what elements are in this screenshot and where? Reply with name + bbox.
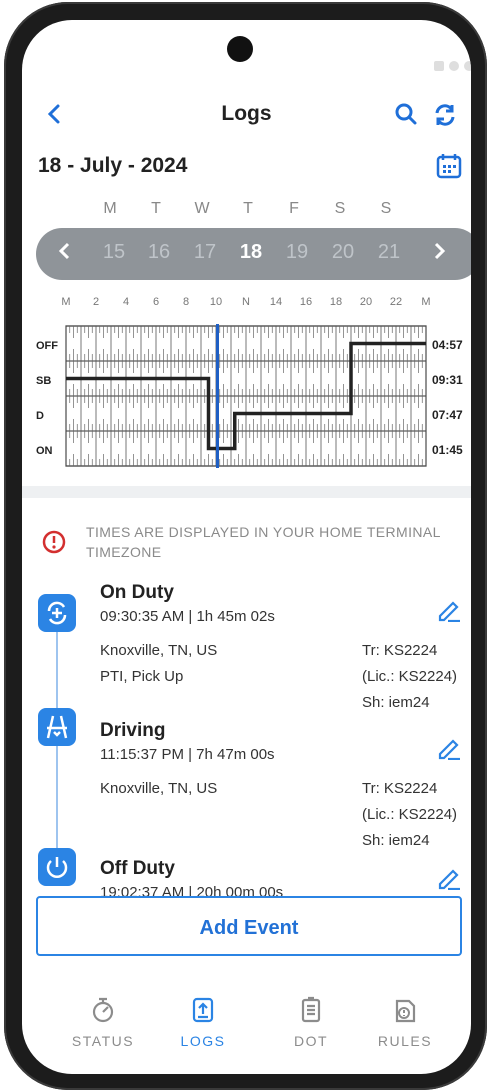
section-divider [22,486,471,498]
event-license: (Lic.: KS2224) [362,806,458,823]
nav-label: LOGS [180,1033,226,1049]
edit-icon [438,869,460,891]
event-time: 09:30:35 AM | 1h 45m 02s [100,608,275,625]
add-event-button[interactable]: Add Event [36,896,462,956]
event-truck: Tr: KS2224 [362,642,438,659]
event-shipping: Sh: iem24 [362,694,430,711]
weekday-label: F [289,200,299,217]
edit-icon [438,739,460,761]
calendar-button[interactable] [436,153,462,184]
day-21[interactable]: 21 [374,241,404,264]
event-title: On Duty [100,582,174,603]
edit-event-button[interactable] [436,734,462,765]
nav-dot[interactable]: DOT [266,996,356,1049]
rules-icon [395,999,416,1023]
nav-rules[interactable]: RULES [360,996,450,1049]
nav-logs[interactable]: LOGS [158,996,248,1049]
sync-icon [435,104,455,126]
weekday-label: T [243,200,253,217]
chevron-left-icon [58,242,70,260]
device-frame: Logs 18 - July - 2024 M T W T F S S 15 1… [4,2,487,1090]
on-duty-icon [38,594,76,632]
hos-log-graph: M 2 4 6 8 10 N 14 16 18 20 22 M OFF SB D ON 04:57 09… [22,296,471,476]
weekday-label: S [334,200,346,217]
event-truck: Tr: KS2224 [362,780,438,797]
selected-date: 18 - July - 2024 [38,154,188,177]
power-icon [38,848,76,886]
weekday-label: W [194,200,210,217]
event-time: 11:15:37 PM | 7h 47m 00s [100,746,275,763]
search-button[interactable] [394,102,418,131]
search-icon [395,103,417,125]
day-19[interactable]: 19 [282,241,312,264]
app-screen: Logs 18 - July - 2024 M T W T F S S 15 1… [22,20,471,1074]
event-location: Knoxville, TN, US [100,780,218,797]
nav-status[interactable]: STATUS [58,996,148,1049]
weekday-header: M T W T F S S [98,200,408,220]
edit-event-button[interactable] [436,864,462,895]
event-shipping: Sh: iem24 [362,832,430,849]
day-20[interactable]: 20 [328,241,358,264]
weekday-label: T [151,200,161,217]
front-camera [227,36,253,62]
weekday-label: S [380,200,392,217]
status-indicators [434,58,471,71]
status-icon [92,997,114,1023]
log-grid [65,324,427,468]
alert-icon [42,530,66,559]
event-timeline [56,620,58,880]
week-selector: 15 16 17 18 19 20 21 [36,228,471,280]
day-16[interactable]: 16 [144,241,174,264]
edit-event-button[interactable] [436,596,462,627]
event-title: Off Duty [100,858,175,879]
bottom-nav: STATUS LOGS DOT RULES [22,996,471,1074]
sync-button[interactable] [432,102,458,133]
nav-label: RULES [377,1033,433,1049]
nav-label: DOT [293,1033,329,1049]
logs-icon [192,997,214,1023]
day-18-selected[interactable]: 18 [236,241,266,264]
dot-icon [301,996,321,1023]
timezone-notice: TIMES ARE DISPLAYED IN YOUR HOME TERMINA… [86,524,441,560]
weekday-label: M [103,200,117,217]
chevron-right-icon [434,242,446,260]
driving-icon [38,708,76,746]
edit-icon [438,601,460,623]
event-location: Knoxville, TN, US [100,642,218,659]
day-17[interactable]: 17 [190,241,220,264]
event-license: (Lic.: KS2224) [362,668,458,685]
prev-week-button[interactable] [58,240,72,268]
calendar-icon [436,154,462,179]
event-title: Driving [100,720,166,741]
event-note: PTI, Pick Up [100,668,184,685]
day-15[interactable]: 15 [99,241,129,264]
next-week-button[interactable] [432,240,446,268]
app-header: Logs [22,94,471,138]
nav-label: STATUS [71,1033,135,1049]
